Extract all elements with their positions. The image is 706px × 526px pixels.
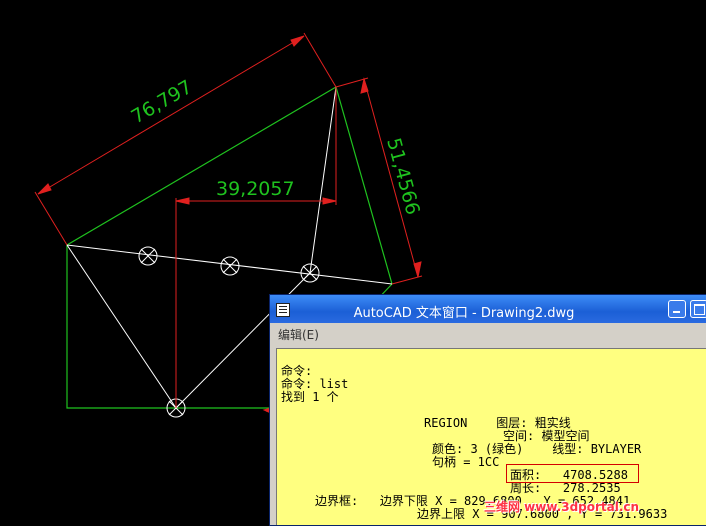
watermark: 三维网 www.3dportal.cn: [484, 500, 640, 514]
history-line: 找到 1 个: [281, 390, 339, 404]
area-highlight-box: [506, 464, 639, 483]
text-window[interactable]: AutoCAD 文本窗口 - Drawing2.dwg 编辑(E) 命令: 命令…: [269, 294, 706, 526]
minimize-icon[interactable]: [668, 300, 686, 318]
window-title: AutoCAD 文本窗口 - Drawing2.dwg: [353, 306, 575, 321]
dimension-inner: 39,2057: [216, 178, 295, 200]
history-line: 句柄 = 1CC: [432, 455, 500, 469]
title-bar[interactable]: AutoCAD 文本窗口 - Drawing2.dwg: [270, 295, 706, 323]
node-marker: [138, 246, 158, 266]
dimension-right: 51,4566: [382, 136, 424, 218]
maximize-icon[interactable]: [690, 300, 706, 318]
menu-bar: 编辑(E): [270, 323, 706, 343]
node-marker: [220, 256, 240, 276]
menu-edit[interactable]: 编辑(E): [278, 326, 319, 343]
